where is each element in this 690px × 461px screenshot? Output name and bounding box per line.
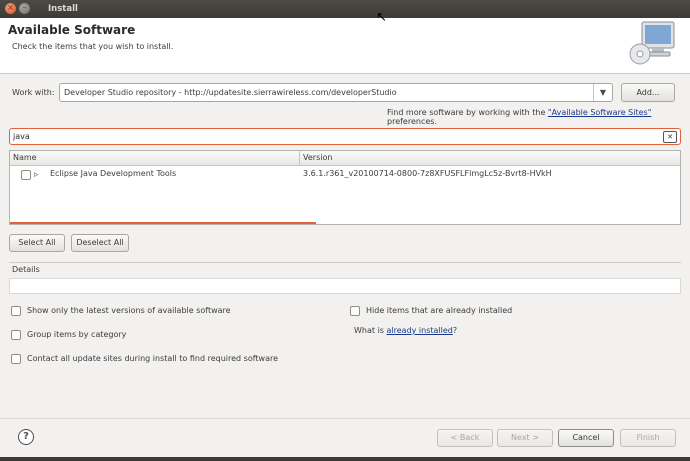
column-divider[interactable] — [299, 151, 300, 165]
deselect-all-button[interactable]: Deselect All — [71, 234, 129, 252]
what-is-prefix: What is — [354, 326, 387, 335]
install-software-icon — [629, 21, 675, 65]
details-group: Details — [9, 262, 681, 295]
hide-installed-checkbox[interactable] — [350, 306, 360, 316]
latest-versions-label: Show only the latest versions of availab… — [27, 306, 231, 315]
help-icon[interactable]: ? — [18, 429, 34, 445]
minimize-icon: – — [22, 3, 27, 12]
work-with-label: Work with: — [12, 88, 55, 97]
software-table: Name Version ▹ Eclipse Java Development … — [9, 150, 681, 225]
table-row[interactable]: ▹ Eclipse Java Development Tools 3.6.1.r… — [10, 167, 680, 181]
expand-arrow-icon[interactable]: ▹ — [34, 170, 39, 180]
already-installed-link[interactable]: already installed — [387, 326, 453, 335]
install-dialog: × – Install Available Software Check the… — [0, 0, 690, 461]
work-with-value: Developer Studio repository - http://upd… — [64, 88, 397, 97]
title-bar: × – Install — [0, 0, 690, 18]
row-checkbox[interactable] — [21, 170, 31, 180]
group-by-category-label: Group items by category — [27, 330, 127, 339]
window-title: Install — [48, 4, 78, 14]
details-text-area[interactable] — [9, 278, 681, 294]
loading-progress-bar — [10, 222, 316, 224]
group-by-category-checkbox[interactable] — [11, 330, 21, 340]
latest-versions-checkbox[interactable] — [11, 306, 21, 316]
available-software-sites-link[interactable]: "Available Software Sites" — [548, 108, 651, 117]
filter-value: java — [13, 132, 30, 141]
filter-input[interactable]: java ✕ — [9, 128, 681, 145]
what-is-installed-text: What is already installed? — [354, 326, 457, 335]
next-button[interactable]: Next > — [497, 429, 553, 447]
finish-button[interactable]: Finish — [620, 429, 676, 447]
contact-sites-label: Contact all update sites during install … — [27, 354, 279, 363]
contact-sites-checkbox[interactable] — [11, 354, 21, 364]
page-subtitle: Check the items that you wish to install… — [12, 42, 174, 51]
back-button[interactable]: < Back — [437, 429, 493, 447]
column-header-name[interactable]: Name — [13, 153, 37, 162]
details-label: Details — [12, 265, 40, 274]
close-window-button[interactable]: × — [5, 3, 16, 14]
find-more-suffix: preferences. — [387, 117, 437, 126]
wizard-header: Available Software Check the items that … — [0, 18, 690, 74]
page-title: Available Software — [8, 23, 136, 37]
select-all-button[interactable]: Select All — [9, 234, 65, 252]
find-more-prefix: Find more software by working with the — [387, 108, 548, 117]
cancel-button[interactable]: Cancel — [558, 429, 614, 447]
clear-filter-icon[interactable]: ✕ — [663, 131, 677, 143]
add-site-button[interactable]: Add... — [621, 83, 675, 102]
row-version: 3.6.1.r361_v20100714-0800-7z8XFUSFLFlmgL… — [303, 169, 552, 178]
minimize-window-button[interactable]: – — [19, 3, 30, 14]
close-icon: × — [7, 3, 14, 12]
footer-divider — [0, 418, 690, 419]
row-name: Eclipse Java Development Tools — [50, 169, 177, 178]
window-bottom-border — [0, 457, 690, 461]
column-header-version[interactable]: Version — [303, 153, 332, 162]
table-header: Name Version — [10, 151, 680, 166]
work-with-combo[interactable]: Developer Studio repository - http://upd… — [59, 83, 613, 102]
hide-installed-label: Hide items that are already installed — [366, 306, 513, 315]
what-is-suffix: ? — [452, 326, 458, 335]
chevron-down-icon[interactable]: ▼ — [593, 84, 612, 101]
mouse-pointer-icon: ↖ — [376, 10, 387, 25]
find-more-text: Find more software by working with the "… — [387, 108, 690, 126]
